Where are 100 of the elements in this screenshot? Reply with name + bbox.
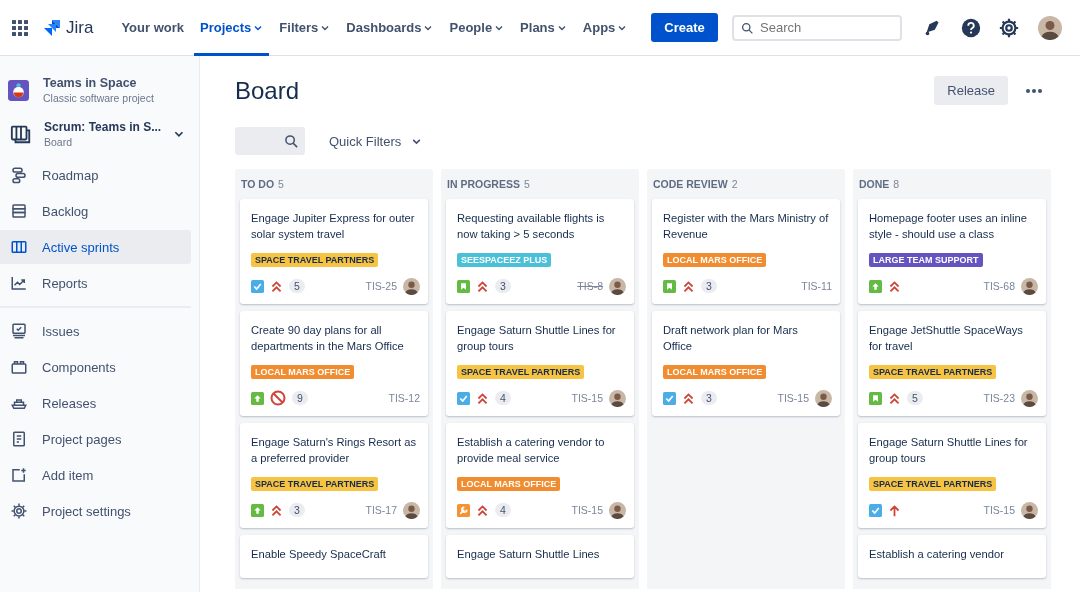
task-checkbox-icon xyxy=(457,391,470,405)
issue-card[interactable]: Engage Saturn Shuttle Lines for group tours SPACE TRAVEL PARTNERS TIS-15 xyxy=(858,423,1046,528)
story-points: 5 xyxy=(907,391,923,405)
card-title: Establish a catering vendor xyxy=(869,547,1005,562)
project-avatar-icon xyxy=(8,79,29,101)
issue-key[interactable]: TIS-15 xyxy=(983,504,1015,516)
double-chevron-icon xyxy=(476,503,489,517)
epic-label: SPACE TRAVEL PARTNERS xyxy=(869,477,997,491)
card-title: Engage Saturn Shuttle Lines for group tours xyxy=(869,435,1029,466)
issue-key[interactable]: TIS-15 xyxy=(571,392,603,404)
search-field[interactable]: Search xyxy=(732,14,902,41)
create-button[interactable]: Create xyxy=(651,13,718,42)
nav-menu-item[interactable]: Dashboards xyxy=(340,0,440,56)
nav-menu-item[interactable]: People xyxy=(443,0,511,56)
issue-key[interactable]: TIS-68 xyxy=(983,280,1015,292)
issue-key[interactable]: TIS-15 xyxy=(777,392,809,404)
story-points: 3 xyxy=(495,279,511,293)
up-arrow-icon xyxy=(251,391,264,405)
board-search-field[interactable] xyxy=(235,127,305,155)
sidebar-item[interactable]: Components xyxy=(0,350,191,384)
issue-key[interactable]: TIS-8 xyxy=(577,280,603,292)
release-button[interactable]: Release xyxy=(934,76,1008,105)
page-title: Board xyxy=(235,76,301,105)
sidebar-item[interactable]: Add item xyxy=(0,458,191,492)
issue-card[interactable]: Enable Speedy SpaceCraft xyxy=(240,535,428,578)
card-title: Homepage footer uses an inline style - should use a class xyxy=(869,211,1028,242)
components-icon xyxy=(10,358,28,376)
double-chevron-icon xyxy=(682,391,695,405)
story-points: 4 xyxy=(495,503,511,517)
issue-card[interactable]: Create 90 day plans for all departments in the Mars Office LOCAL MARS OFFICE 9 TIS-12 xyxy=(240,311,428,416)
story-points: 3 xyxy=(289,503,305,517)
task-checkbox-icon xyxy=(663,391,676,405)
settings-icon xyxy=(10,502,28,520)
add-icon xyxy=(10,466,28,484)
issue-card[interactable]: Homepage footer uses an inline style - should use a class LARGE TEAM SUPPORT TIS-68 xyxy=(858,199,1046,304)
double-chevron-icon xyxy=(270,503,283,517)
issue-card[interactable]: Establish a catering vendor to provide meal service LOCAL MARS OFFICE 4 TIS-15 xyxy=(446,423,634,528)
help-icon[interactable] xyxy=(960,16,982,39)
board-icon xyxy=(10,123,32,145)
epic-label: LOCAL MARS OFFICE xyxy=(663,253,767,267)
epic-label: SPACE TRAVEL PARTNERS xyxy=(251,253,379,267)
story-points: 4 xyxy=(495,391,511,405)
board-selector[interactable]: Scrum: Teams in S... Board xyxy=(0,120,191,148)
epic-label: SPACE TRAVEL PARTNERS xyxy=(457,365,585,379)
epic-label: LOCAL MARS OFFICE xyxy=(457,477,561,491)
bookmark-icon xyxy=(869,391,882,405)
up-arrow-icon xyxy=(251,503,264,517)
nav-menu-item[interactable]: Plans xyxy=(514,0,573,56)
settings-icon[interactable] xyxy=(998,16,1020,39)
issue-card[interactable]: Engage JetShuttle SpaceWays for travel SPACE TRAVEL PARTNERS 5 TIS-23 xyxy=(858,311,1046,416)
issue-card[interactable]: Engage Saturn Shuttle Lines for group tours SPACE TRAVEL PARTNERS 4 TIS-15 xyxy=(446,311,634,416)
column-title: TO DO xyxy=(241,178,275,190)
column-title: IN PROGRESS xyxy=(447,178,520,190)
issue-card[interactable]: Engage Saturn's Rings Resort as a preferred provider SPACE TRAVEL PARTNERS 3 TIS-17 xyxy=(240,423,428,528)
issue-card[interactable]: Establish a catering vendor xyxy=(858,535,1046,578)
issue-card[interactable]: Requesting available flights is now taking > 5 seconds SEESPACEEZ PLUS 3 TIS-8 xyxy=(446,199,634,304)
card-title: Engage Saturn Shuttle Lines xyxy=(457,547,601,562)
bookmark-icon xyxy=(457,279,470,293)
epic-label: LOCAL MARS OFFICE xyxy=(663,365,767,379)
sidebar-item[interactable]: Reports xyxy=(0,266,191,300)
sidebar-item[interactable]: Roadmap xyxy=(0,158,191,192)
issue-key[interactable]: TIS-12 xyxy=(388,392,420,404)
story-points: 3 xyxy=(701,391,717,405)
sidebar-item[interactable]: Backlog xyxy=(0,194,191,228)
issue-card[interactable]: Draft network plan for Mars Office LOCAL MARS OFFICE 3 TIS-15 xyxy=(652,311,840,416)
card-title: Enable Speedy SpaceCraft xyxy=(251,547,387,562)
card-title: Establish a catering vendor to provide meal service xyxy=(457,435,606,466)
issue-card[interactable]: Engage Saturn Shuttle Lines xyxy=(446,535,634,578)
column-count: 2 xyxy=(731,178,738,190)
nav-menu-item[interactable]: Projects xyxy=(194,0,270,56)
issue-key[interactable]: TIS-15 xyxy=(571,504,603,516)
epic-label: LOCAL MARS OFFICE xyxy=(251,365,355,379)
issue-card[interactable]: Engage Jupiter Express for outer solar system travel SPACE TRAVEL PARTNERS 5 TIS-25 xyxy=(240,199,428,304)
double-chevron-icon xyxy=(682,279,695,293)
column-count: 5 xyxy=(278,178,284,190)
sidebar-item[interactable]: Project settings xyxy=(0,494,191,528)
nav-menu-item[interactable]: Filters xyxy=(273,0,337,56)
quick-filters-dropdown[interactable]: Quick Filters xyxy=(323,132,429,150)
task-checkbox-icon xyxy=(251,279,264,293)
issue-key[interactable]: TIS-17 xyxy=(365,504,397,516)
up-arrow-icon xyxy=(888,503,901,517)
issue-card[interactable]: Register with the Mars Ministry of Revenue LOCAL MARS OFFICE 3 TIS-11 xyxy=(652,199,840,304)
double-chevron-icon xyxy=(270,279,283,293)
story-points: 5 xyxy=(289,279,305,293)
column-title: CODE REVIEW xyxy=(653,178,728,190)
board-icon xyxy=(10,238,28,256)
card-title: Requesting available flights is now taking > 5 seconds xyxy=(457,211,606,242)
app-switcher-icon[interactable] xyxy=(12,19,28,36)
issue-key[interactable]: TIS-11 xyxy=(801,280,832,292)
card-title: Engage JetShuttle SpaceWays for travel xyxy=(869,323,1024,354)
avatar xyxy=(1038,15,1062,40)
nav-menu-item[interactable]: Apps xyxy=(576,0,634,56)
issue-key[interactable]: TIS-25 xyxy=(365,280,397,292)
sidebar-item[interactable]: Project pages xyxy=(0,422,191,456)
sidebar-item[interactable]: Releases xyxy=(0,386,191,420)
sidebar-item[interactable]: Active sprints xyxy=(0,230,191,264)
issue-key[interactable]: TIS-23 xyxy=(983,392,1015,404)
sidebar-item[interactable]: Issues xyxy=(0,314,191,348)
nav-menu-item[interactable]: Your work xyxy=(115,0,190,56)
logo-icon[interactable] xyxy=(42,17,62,38)
